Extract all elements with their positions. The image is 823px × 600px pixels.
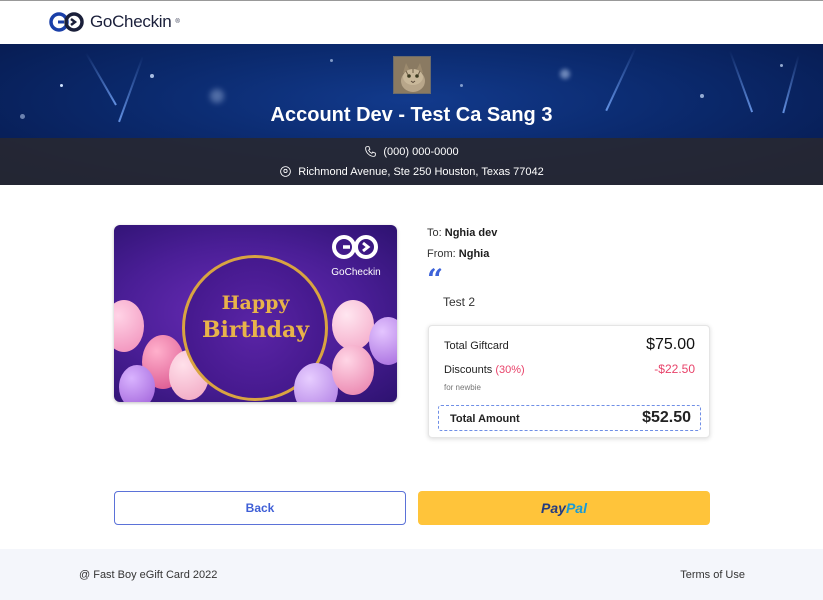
- firework-spark: [210, 89, 224, 103]
- discounts-value: -$22.50: [654, 362, 695, 376]
- from-label: From:: [427, 248, 456, 260]
- giftcard-image: Happy Birthday GoCheckin: [114, 225, 397, 402]
- copyright-text: @ Fast Boy eGift Card 2022: [79, 569, 218, 581]
- total-amount-value: $52.50: [642, 409, 691, 426]
- store-address-text: Richmond Avenue, Ste 250 Houston, Texas …: [298, 165, 544, 178]
- store-address[interactable]: Richmond Avenue, Ste 250 Houston, Texas …: [0, 165, 823, 178]
- firework-spark: [780, 64, 783, 67]
- discounts-percent: (30%): [495, 364, 525, 376]
- brand-name: GoCheckin: [90, 12, 172, 31]
- gocheckin-logo-icon: [49, 12, 84, 32]
- order-summary: Total Giftcard $75.00 Discounts (30%) -$…: [428, 325, 710, 438]
- firework-streak: [605, 46, 637, 112]
- to-label: To:: [427, 227, 442, 239]
- balloon: [332, 345, 374, 395]
- paypal-button[interactable]: Pay Pal: [418, 491, 710, 525]
- store-phone-text: (000) 000-0000: [383, 145, 459, 158]
- store-avatar: [393, 56, 431, 94]
- trademark-mark: ®: [175, 19, 180, 25]
- balloon: [369, 317, 397, 365]
- top-bar: GoCheckin ®: [0, 0, 823, 44]
- firework-spark: [150, 74, 154, 78]
- paypal-logo-part1: Pay: [541, 500, 566, 516]
- firework-spark: [330, 59, 333, 62]
- balloon: [119, 365, 155, 402]
- gift-message: Test 2: [443, 295, 476, 309]
- recipient-name: Nghia dev: [444, 227, 498, 239]
- phone-icon: [365, 146, 377, 157]
- gocheckin-logo[interactable]: GoCheckin ®: [48, 11, 180, 33]
- discounts-note: for newbie: [444, 383, 481, 392]
- store-contact: (000) 000-0000 Richmond Avenue, Ste 250 …: [0, 138, 823, 185]
- total-giftcard-value: $75.00: [646, 336, 695, 353]
- store-phone[interactable]: (000) 000-0000: [0, 145, 823, 158]
- sender-name: Nghia: [458, 248, 490, 260]
- location-pin-icon: [280, 166, 292, 177]
- back-button[interactable]: Back: [114, 491, 406, 525]
- quote-icon: “: [427, 263, 444, 296]
- sender-line: From: Nghia: [427, 248, 489, 260]
- giftcard-brand: GoCheckin: [321, 233, 391, 278]
- gocheckin-logo-icon: [332, 235, 378, 259]
- firework-spark: [60, 84, 63, 87]
- balloon: [332, 300, 374, 350]
- cat-photo-icon: [394, 57, 430, 93]
- discounts-label: Discounts: [444, 364, 493, 376]
- discounts-label-row: Discounts (30%): [444, 364, 525, 376]
- giftcard-brand-name: GoCheckin: [331, 267, 381, 278]
- firework-streak: [85, 52, 117, 106]
- paypal-logo-part2: Pal: [565, 500, 587, 516]
- terms-of-use-link[interactable]: Terms of Use: [680, 569, 745, 581]
- total-amount-row: Total Amount $52.50: [438, 405, 701, 431]
- firework-spark: [460, 84, 463, 87]
- total-amount-label: Total Amount: [450, 413, 520, 425]
- footer: @ Fast Boy eGift Card 2022 Terms of Use: [0, 549, 823, 600]
- store-name: Account Dev - Test Ca Sang 3: [270, 104, 553, 126]
- firework-spark: [560, 69, 570, 79]
- firework-spark: [700, 94, 704, 98]
- store-banner: Account Dev - Test Ca Sang 3 (000) 000-0…: [0, 44, 823, 185]
- recipient-line: To: Nghia dev: [427, 227, 497, 239]
- total-giftcard-label: Total Giftcard: [444, 340, 509, 352]
